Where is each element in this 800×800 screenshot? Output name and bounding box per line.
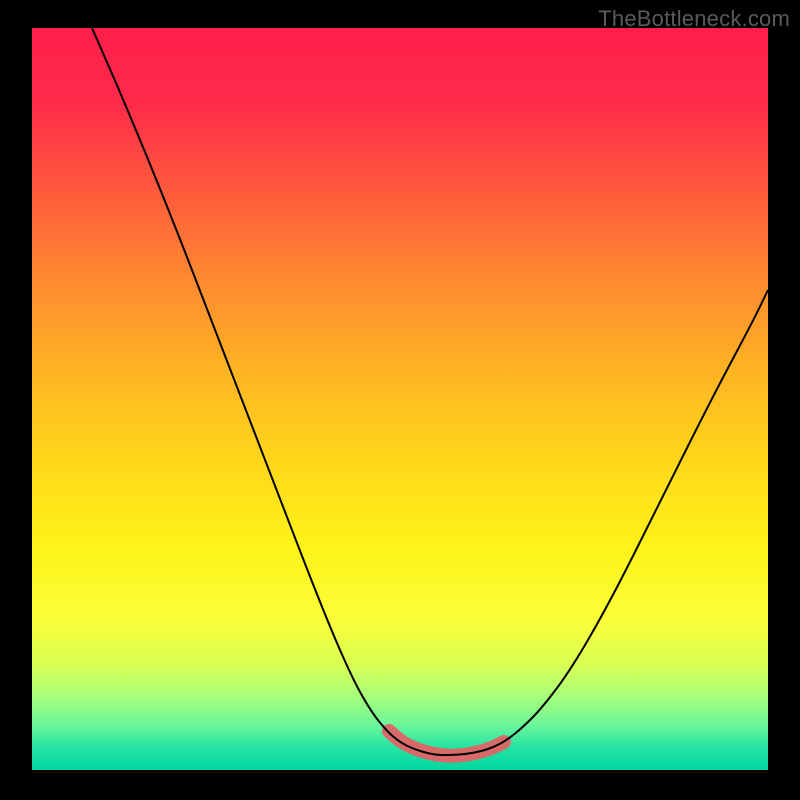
watermark-text: TheBottleneck.com bbox=[598, 6, 790, 32]
main-curve-path bbox=[92, 28, 768, 755]
chart-frame: TheBottleneck.com bbox=[0, 0, 800, 800]
curve-svg bbox=[32, 28, 768, 770]
plot-area bbox=[32, 28, 768, 770]
highlight-band-path bbox=[389, 731, 504, 756]
